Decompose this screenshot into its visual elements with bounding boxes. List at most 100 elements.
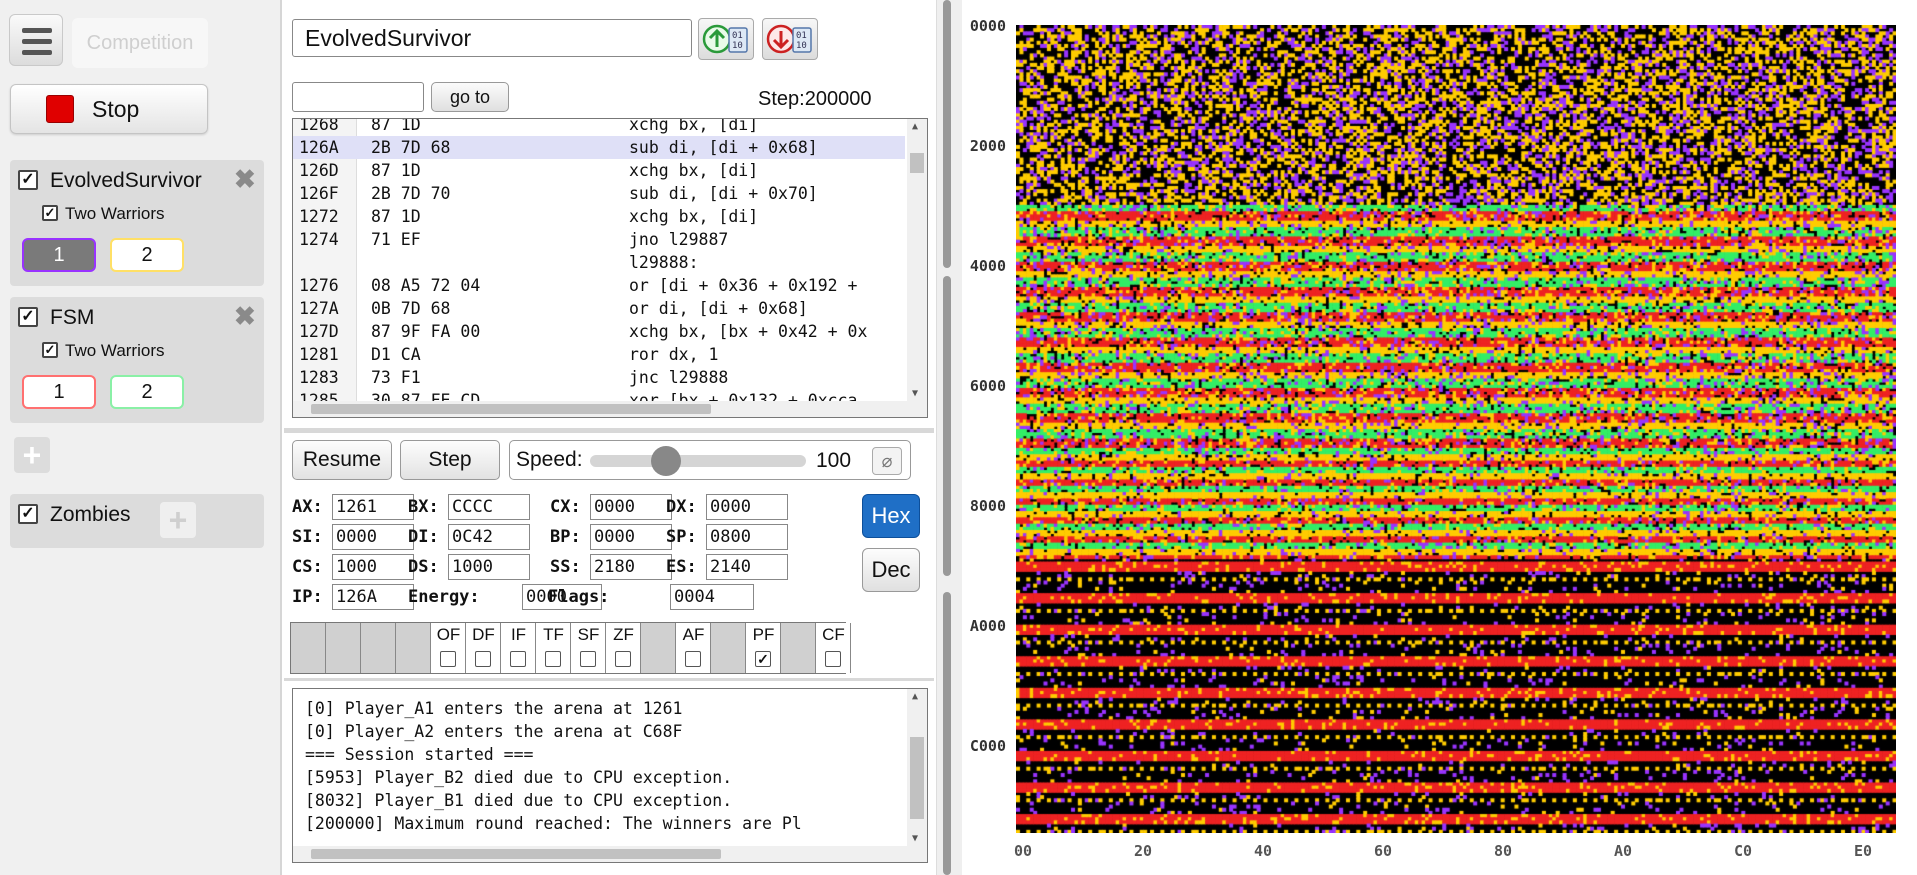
register-field-bx[interactable]: CCCC	[448, 494, 530, 520]
code-line[interactable]: 1276 08 A5 72 04 or [di + 0x36 + 0x192 +	[293, 274, 905, 297]
step-button[interactable]: Step	[400, 440, 500, 480]
speed-slider-track[interactable]	[590, 455, 806, 467]
code-line[interactable]: 1283 73 F1 jnc l29888	[293, 366, 905, 389]
two-warriors-checkbox[interactable]: ✓	[42, 342, 58, 358]
flag-checkbox[interactable]	[545, 651, 561, 667]
panel-divider[interactable]	[284, 678, 934, 681]
register-label-si: SI:	[292, 527, 323, 547]
code-line[interactable]: 1281 D1 CA ror dx, 1	[293, 343, 905, 366]
warrior-1-button[interactable]: 1	[22, 238, 96, 272]
code-line[interactable]: l29888:	[293, 251, 905, 274]
upload-button[interactable]: 01 10	[698, 18, 754, 60]
flag-checkbox[interactable]	[440, 651, 456, 667]
register-field-ss[interactable]: 2180	[590, 554, 672, 580]
register-field-ip[interactable]: 126A	[332, 584, 414, 610]
scroll-down-icon[interactable]: ▼	[912, 388, 918, 399]
memory-map-canvas[interactable]	[1016, 25, 1896, 833]
code-line[interactable]: 127D 87 9F FA 00 xchg bx, [bx + 0x42 + 0x	[293, 320, 905, 343]
register-label-ss: SS:	[550, 557, 581, 577]
code-addr: 127D	[299, 322, 339, 341]
code-bytes: 08 A5 72 04	[371, 276, 481, 295]
warrior-2-button[interactable]: 2	[110, 238, 184, 272]
y-axis-label: A000	[969, 617, 1006, 635]
flag-checkbox[interactable]	[685, 651, 701, 667]
dec-mode-button[interactable]: Dec	[862, 548, 920, 592]
speed-slider-thumb[interactable]	[651, 446, 682, 476]
two-warriors-checkbox[interactable]: ✓	[42, 205, 58, 221]
disassembly-view[interactable]: 1268 87 1D xchg bx, [di] 126A 2B 7D 68 sub di…	[292, 118, 928, 418]
flag-label: OF	[436, 625, 461, 644]
splitter-grip[interactable]	[943, 592, 951, 875]
panel-divider[interactable]	[284, 428, 934, 433]
competition-button[interactable]: Competition	[72, 18, 208, 68]
register-field-cs[interactable]: 1000	[332, 554, 414, 580]
warrior-1-button[interactable]: 1	[22, 375, 96, 409]
register-field-ax[interactable]: 1261	[332, 494, 414, 520]
flag-checkbox[interactable]	[510, 651, 526, 667]
warrior-name-field[interactable]: EvolvedSurvivor	[292, 19, 692, 57]
speed-reset-icon[interactable]: ⌀	[872, 447, 902, 475]
log-view[interactable]: [0] Player_A1 enters the arena at 1261 [0…	[292, 688, 928, 863]
flag-checkbox[interactable]	[615, 651, 631, 667]
scroll-down-icon[interactable]: ▼	[912, 833, 918, 844]
goto-address-input[interactable]	[292, 82, 424, 112]
register-field-si[interactable]: 0000	[332, 524, 414, 550]
code-line[interactable]: 1268 87 1D xchg bx, [di]	[293, 119, 905, 136]
speed-value: 100	[816, 449, 852, 472]
scroll-thumb[interactable]	[910, 153, 924, 173]
flag-checkbox[interactable]	[580, 651, 596, 667]
memory-map: 0000 2000 4000 6000 8000 A000 C000 00 20 40 60 80 A…	[962, 0, 1917, 875]
remove-warrior-icon[interactable]: ✖	[234, 164, 256, 195]
code-line[interactable]: 127A 0B 7D 68 or di, [di + 0x68]	[293, 297, 905, 320]
warrior-2-button[interactable]: 2	[110, 375, 184, 409]
warrior-enable-checkbox[interactable]: ✓	[18, 307, 38, 327]
warrior-name: FSM	[50, 306, 95, 329]
remove-warrior-icon[interactable]: ✖	[234, 301, 256, 332]
code-line[interactable]: 1274 71 EF jno l29887	[293, 228, 905, 251]
download-button[interactable]: 01 10	[762, 18, 818, 60]
code-line[interactable]: 126D 87 1D xchg bx, [di]	[293, 159, 905, 182]
log-vscrollbar[interactable]: ▲ ▼	[907, 689, 927, 862]
register-field-sp[interactable]: 0800	[706, 524, 788, 550]
code-line[interactable]: 1272 87 1D xchg bx, [di]	[293, 205, 905, 228]
add-warrior-icon[interactable]: +	[14, 437, 50, 473]
goto-button[interactable]: go to	[431, 82, 509, 112]
panel-splitter[interactable]	[936, 0, 962, 875]
scroll-thumb[interactable]	[311, 849, 721, 859]
flag-checkbox[interactable]	[475, 651, 491, 667]
register-label-flags: Flags:	[548, 587, 610, 607]
code-line[interactable]: 126F 2B 7D 70 sub di, [di + 0x70]	[293, 182, 905, 205]
register-field-di[interactable]: 0C42	[448, 524, 530, 550]
menu-icon-bar	[22, 39, 52, 44]
register-field-bp[interactable]: 0000	[590, 524, 672, 550]
hamburger-menu-button[interactable]	[9, 14, 63, 66]
splitter-grip[interactable]	[943, 0, 951, 268]
code-bytes: 2B 7D 68	[371, 138, 451, 157]
register-field-ds[interactable]: 1000	[448, 554, 530, 580]
log-hscrollbar[interactable]	[293, 846, 909, 862]
add-zombie-icon[interactable]: +	[160, 502, 196, 538]
scroll-up-icon[interactable]: ▲	[912, 121, 918, 132]
stop-button[interactable]: Stop	[10, 84, 208, 134]
register-label-ip: IP:	[292, 587, 323, 607]
log-line: [0] Player_A1 enters the arena at 1261	[305, 699, 683, 718]
register-field-cx[interactable]: 0000	[590, 494, 672, 520]
flag-cell: PF ✓	[746, 623, 781, 673]
hex-mode-button[interactable]: Hex	[862, 494, 920, 538]
register-field-es[interactable]: 2140	[706, 554, 788, 580]
flag-checkbox[interactable]	[825, 651, 841, 667]
scroll-up-icon[interactable]: ▲	[912, 691, 918, 702]
flag-cell: SF	[571, 623, 606, 673]
flag-checkbox[interactable]: ✓	[755, 651, 771, 667]
register-field-dx[interactable]: 0000	[706, 494, 788, 520]
resume-button[interactable]: Resume	[292, 440, 392, 480]
register-field-flags[interactable]: 0004	[670, 584, 754, 610]
scroll-thumb[interactable]	[910, 737, 924, 819]
splitter-grip[interactable]	[943, 276, 951, 576]
scroll-thumb[interactable]	[311, 404, 711, 414]
disassembly-hscrollbar[interactable]	[293, 401, 909, 417]
zombies-checkbox[interactable]: ✓	[18, 504, 38, 524]
code-line[interactable]: 126A 2B 7D 68 sub di, [di + 0x68]	[293, 136, 905, 159]
disassembly-vscrollbar[interactable]: ▲ ▼	[907, 119, 927, 417]
warrior-enable-checkbox[interactable]: ✓	[18, 170, 38, 190]
